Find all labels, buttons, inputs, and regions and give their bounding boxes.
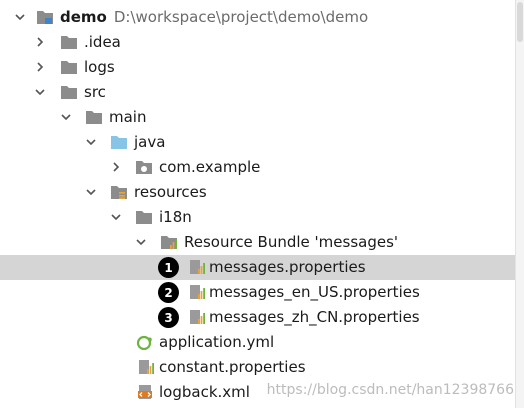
chevron-right-icon[interactable]: [110, 161, 122, 173]
spring-config-icon: [136, 334, 154, 350]
project-tree: demo D:\workspace\project\demo\demo .idea…: [0, 0, 524, 408]
properties-file-icon: [188, 284, 206, 300]
resources-folder-icon: [110, 184, 128, 200]
tree-label-messages: messages.properties: [209, 258, 366, 276]
folder-icon: [60, 34, 78, 50]
tree-label-main: main: [109, 108, 147, 126]
tree-label-application-yml: application.yml: [159, 333, 275, 351]
project-path: D:\workspace\project\demo\demo: [113, 8, 369, 26]
annotation-badge-1: 1: [158, 257, 179, 278]
tree-row-resource-bundle[interactable]: Resource Bundle 'messages': [0, 230, 516, 255]
tree-label-com-example: com.example: [159, 158, 261, 176]
source-folder-icon: [110, 134, 128, 150]
tree-row-messages-en-us[interactable]: 2 messages_en_US.properties: [0, 280, 516, 305]
resource-bundle-icon: [160, 234, 178, 250]
tree-row-messages-properties[interactable]: 1 messages.properties: [0, 255, 516, 280]
scrollbar-thumb[interactable]: [517, 2, 523, 42]
tree-row-i18n[interactable]: i18n: [0, 205, 516, 230]
chevron-down-icon[interactable]: [85, 136, 97, 148]
tree-label-java: java: [134, 133, 166, 151]
folder-icon: [85, 109, 103, 125]
xml-file-icon: [137, 384, 155, 400]
tree-label-src: src: [84, 83, 106, 101]
folder-icon: [135, 209, 153, 225]
chevron-down-icon[interactable]: [135, 236, 147, 248]
tree-label-logback-xml: logback.xml: [159, 383, 250, 401]
chevron-down-icon[interactable]: [60, 111, 72, 123]
chevron-right-icon[interactable]: [34, 61, 46, 73]
module-folder-icon: [36, 9, 54, 25]
watermark-text: https://blog.csdn.net/han12398766: [266, 382, 514, 398]
tree-row-application-yml[interactable]: application.yml: [0, 330, 516, 355]
tree-label-resource-bundle: Resource Bundle 'messages': [184, 233, 399, 251]
chevron-down-icon[interactable]: [110, 211, 122, 223]
folder-icon: [60, 59, 78, 75]
tree-row-main[interactable]: main: [0, 105, 516, 130]
properties-file-icon: [137, 359, 155, 375]
tree-label-i18n: i18n: [159, 208, 192, 226]
tree-row-java[interactable]: java: [0, 130, 516, 155]
package-icon: [135, 159, 153, 175]
tree-row-com-example[interactable]: com.example: [0, 155, 516, 180]
tree-label-logs: logs: [84, 58, 115, 76]
tree-row-src[interactable]: src: [0, 80, 516, 105]
chevron-down-icon[interactable]: [34, 86, 46, 98]
tree-row-demo[interactable]: demo D:\workspace\project\demo\demo: [0, 5, 516, 30]
properties-file-icon: [188, 309, 206, 325]
project-name: demo: [60, 8, 107, 26]
tree-row-resources[interactable]: resources: [0, 180, 516, 205]
tree-label-idea: .idea: [84, 33, 121, 51]
chevron-down-icon[interactable]: [85, 186, 97, 198]
tree-label-messages-zh-cn: messages_zh_CN.properties: [209, 308, 420, 326]
tree-row-logs[interactable]: logs: [0, 55, 516, 80]
properties-file-icon: [188, 259, 206, 275]
chevron-right-icon[interactable]: [34, 36, 46, 48]
tree-label-messages-en-us: messages_en_US.properties: [209, 283, 420, 301]
tree-label-resources: resources: [134, 183, 207, 201]
folder-icon: [60, 84, 78, 100]
tree-row-constant-properties[interactable]: constant.properties: [0, 355, 516, 380]
chevron-down-icon[interactable]: [14, 11, 26, 23]
annotation-badge-3: 3: [158, 307, 179, 328]
tree-label-constant-properties: constant.properties: [159, 358, 306, 376]
annotation-badge-2: 2: [158, 282, 179, 303]
vertical-scrollbar[interactable]: [515, 0, 524, 408]
tree-row-idea[interactable]: .idea: [0, 30, 516, 55]
tree-row-messages-zh-cn[interactable]: 3 messages_zh_CN.properties: [0, 305, 516, 330]
